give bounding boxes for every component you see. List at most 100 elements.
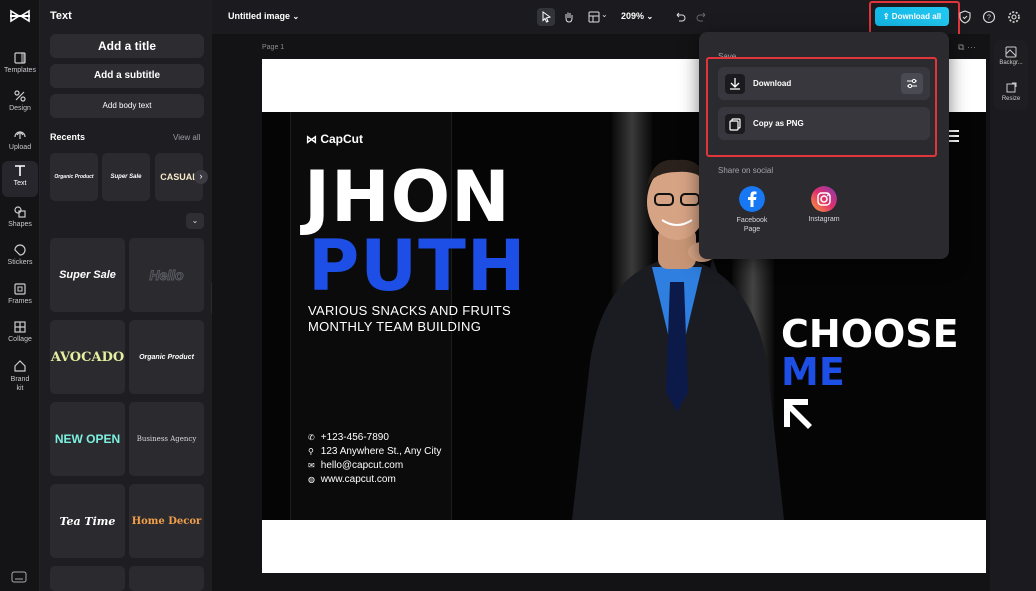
hamburger-icon: [949, 130, 959, 145]
add-subtitle-button[interactable]: Add a subtitle: [50, 64, 204, 88]
shapes-icon: [14, 206, 26, 218]
chevron-down-icon[interactable]: ⌄: [186, 213, 204, 229]
text-style-tile[interactable]: [129, 566, 204, 591]
resize-tool[interactable]: Resize: [994, 82, 1028, 102]
poster-email-text: hello@capcut.com: [320, 460, 404, 471]
poster-subtitle: VARIOUS SNACKS AND FRUITS: [308, 303, 512, 318]
chevron-right-icon[interactable]: ›: [194, 170, 208, 184]
background-tool-label: Backgr...: [999, 60, 1023, 66]
duplicate-page-icon[interactable]: ⧉: [958, 42, 964, 52]
recent-text-tile[interactable]: Super Sale: [102, 153, 150, 201]
poster-me: ME: [781, 350, 845, 394]
poster-address-text: 123 Anywhere St., Any City: [320, 446, 442, 457]
view-all-link[interactable]: View all: [173, 133, 200, 142]
chevron-down-icon: ⌄: [292, 12, 300, 21]
highlight-box: [706, 57, 937, 157]
share-section-label: Share on social: [718, 166, 774, 175]
capcut-logo-icon[interactable]: [9, 8, 31, 24]
zoom-level[interactable]: 209% ⌄: [621, 11, 653, 21]
rail-label: Brand kit: [10, 376, 30, 392]
shield-icon[interactable]: [956, 8, 974, 26]
recent-text-tile[interactable]: Organic Product: [50, 153, 98, 201]
share-facebook[interactable]: Facebook Page: [727, 186, 777, 234]
undo-icon[interactable]: [671, 8, 689, 26]
frames-icon: [14, 283, 26, 295]
rail-label: Templates: [4, 67, 36, 74]
rail-item-upload[interactable]: Upload: [0, 125, 40, 161]
background-tool[interactable]: Backgr...: [994, 46, 1028, 66]
facebook-icon: [739, 186, 765, 212]
globe-icon: ◍: [308, 475, 315, 484]
poster-website-text: www.capcut.com: [320, 474, 396, 485]
text-style-tile[interactable]: AVOCADO: [50, 320, 125, 394]
document-title-text: Untitled image: [228, 11, 291, 21]
zoom-value: 209%: [621, 11, 645, 21]
chevron-down-icon: ⌄: [646, 12, 654, 21]
add-title-button[interactable]: Add a title: [50, 34, 204, 58]
rail-label: Upload: [8, 144, 32, 151]
capcut-logo-icon: ⋈: [306, 134, 317, 146]
instagram-icon: [811, 186, 837, 212]
add-body-text-button[interactable]: Add body text: [50, 94, 204, 118]
stickers-icon: [14, 244, 26, 256]
rail-label: Stickers: [7, 259, 33, 266]
rail-label: Frames: [8, 298, 32, 305]
arrow-graphic-icon: [784, 399, 812, 429]
text-style-tile[interactable]: Home Decor: [129, 484, 204, 558]
capcut-editor: Templates Design Upload Text Shapes Stic…: [0, 0, 1036, 591]
rail-item-text[interactable]: Text: [2, 161, 38, 197]
share-instagram[interactable]: Instagram: [799, 186, 849, 223]
text-panel: Text Add a title Add a subtitle Add body…: [40, 0, 212, 591]
select-pointer-icon[interactable]: [537, 8, 555, 26]
page-label: Page 1: [262, 44, 285, 51]
phone-icon: ✆: [308, 433, 315, 442]
design-icon: [14, 90, 26, 102]
gear-icon[interactable]: [1005, 8, 1023, 26]
rail-item-collage[interactable]: Collage: [0, 317, 40, 353]
background-icon: [1005, 46, 1017, 58]
text-style-tile[interactable]: Super Sale: [50, 238, 125, 312]
rail-item-shapes[interactable]: Shapes: [0, 202, 40, 238]
rail-item-stickers[interactable]: Stickers: [0, 240, 40, 276]
resize-tool-label: Resize: [1001, 96, 1021, 102]
resize-icon: [1006, 82, 1017, 93]
document-title[interactable]: Untitled image ⌄: [228, 11, 299, 21]
rail-item-design[interactable]: Design: [0, 86, 40, 122]
templates-icon: [14, 52, 26, 64]
right-tool-rail: Backgr... Resize: [994, 40, 1028, 110]
hand-pan-icon[interactable]: [560, 8, 578, 26]
text-style-tile[interactable]: Business Agency: [129, 402, 204, 476]
chevron-down-icon[interactable]: ⌄: [601, 10, 608, 19]
poster-address: ⚲ 123 Anywhere St., Any City: [308, 446, 441, 457]
upload-icon: [14, 131, 26, 139]
help-icon[interactable]: ?: [980, 8, 998, 26]
keyboard-shortcuts-icon[interactable]: [11, 571, 27, 583]
instagram-label: Instagram: [808, 216, 840, 223]
text-style-tile[interactable]: NEW OPEN: [50, 402, 125, 476]
poster-website: ◍ www.capcut.com: [308, 474, 396, 485]
recents-heading: Recents: [50, 132, 86, 142]
text-style-tile[interactable]: [50, 566, 125, 591]
text-icon: [15, 165, 25, 176]
rail-item-frames[interactable]: Frames: [0, 279, 40, 315]
poster-phone-text: +123-456-7890: [320, 432, 389, 443]
page-tools: ⧉ ⋯: [958, 42, 976, 53]
rail-label: Shapes: [8, 221, 32, 228]
mail-icon: ✉: [308, 461, 315, 470]
panel-title: Text: [50, 10, 72, 22]
poster-email: ✉ hello@capcut.com: [308, 460, 403, 471]
more-options-icon[interactable]: ⋯: [967, 42, 976, 52]
top-bar: Untitled image ⌄ ⌄ 209% ⌄ ⇪ Download all…: [212, 0, 1036, 37]
redo-icon[interactable]: [693, 8, 711, 26]
text-style-tile[interactable]: Organic Product: [129, 320, 204, 394]
poster-phone: ✆ +123-456-7890: [308, 432, 389, 443]
rail-item-brand-kit[interactable]: Brand kit: [0, 356, 40, 396]
rail-label: Collage: [8, 336, 32, 343]
left-rail: Templates Design Upload Text Shapes Stic…: [0, 0, 40, 591]
poster-brand: ⋈ CapCut: [306, 132, 363, 146]
location-pin-icon: ⚲: [308, 447, 314, 456]
text-style-tile[interactable]: Tea Time: [50, 484, 125, 558]
rail-item-templates[interactable]: Templates: [0, 48, 40, 84]
poster-subtitle: MONTHLY TEAM BUILDING: [308, 319, 482, 334]
text-style-tile[interactable]: Hello: [129, 238, 204, 312]
